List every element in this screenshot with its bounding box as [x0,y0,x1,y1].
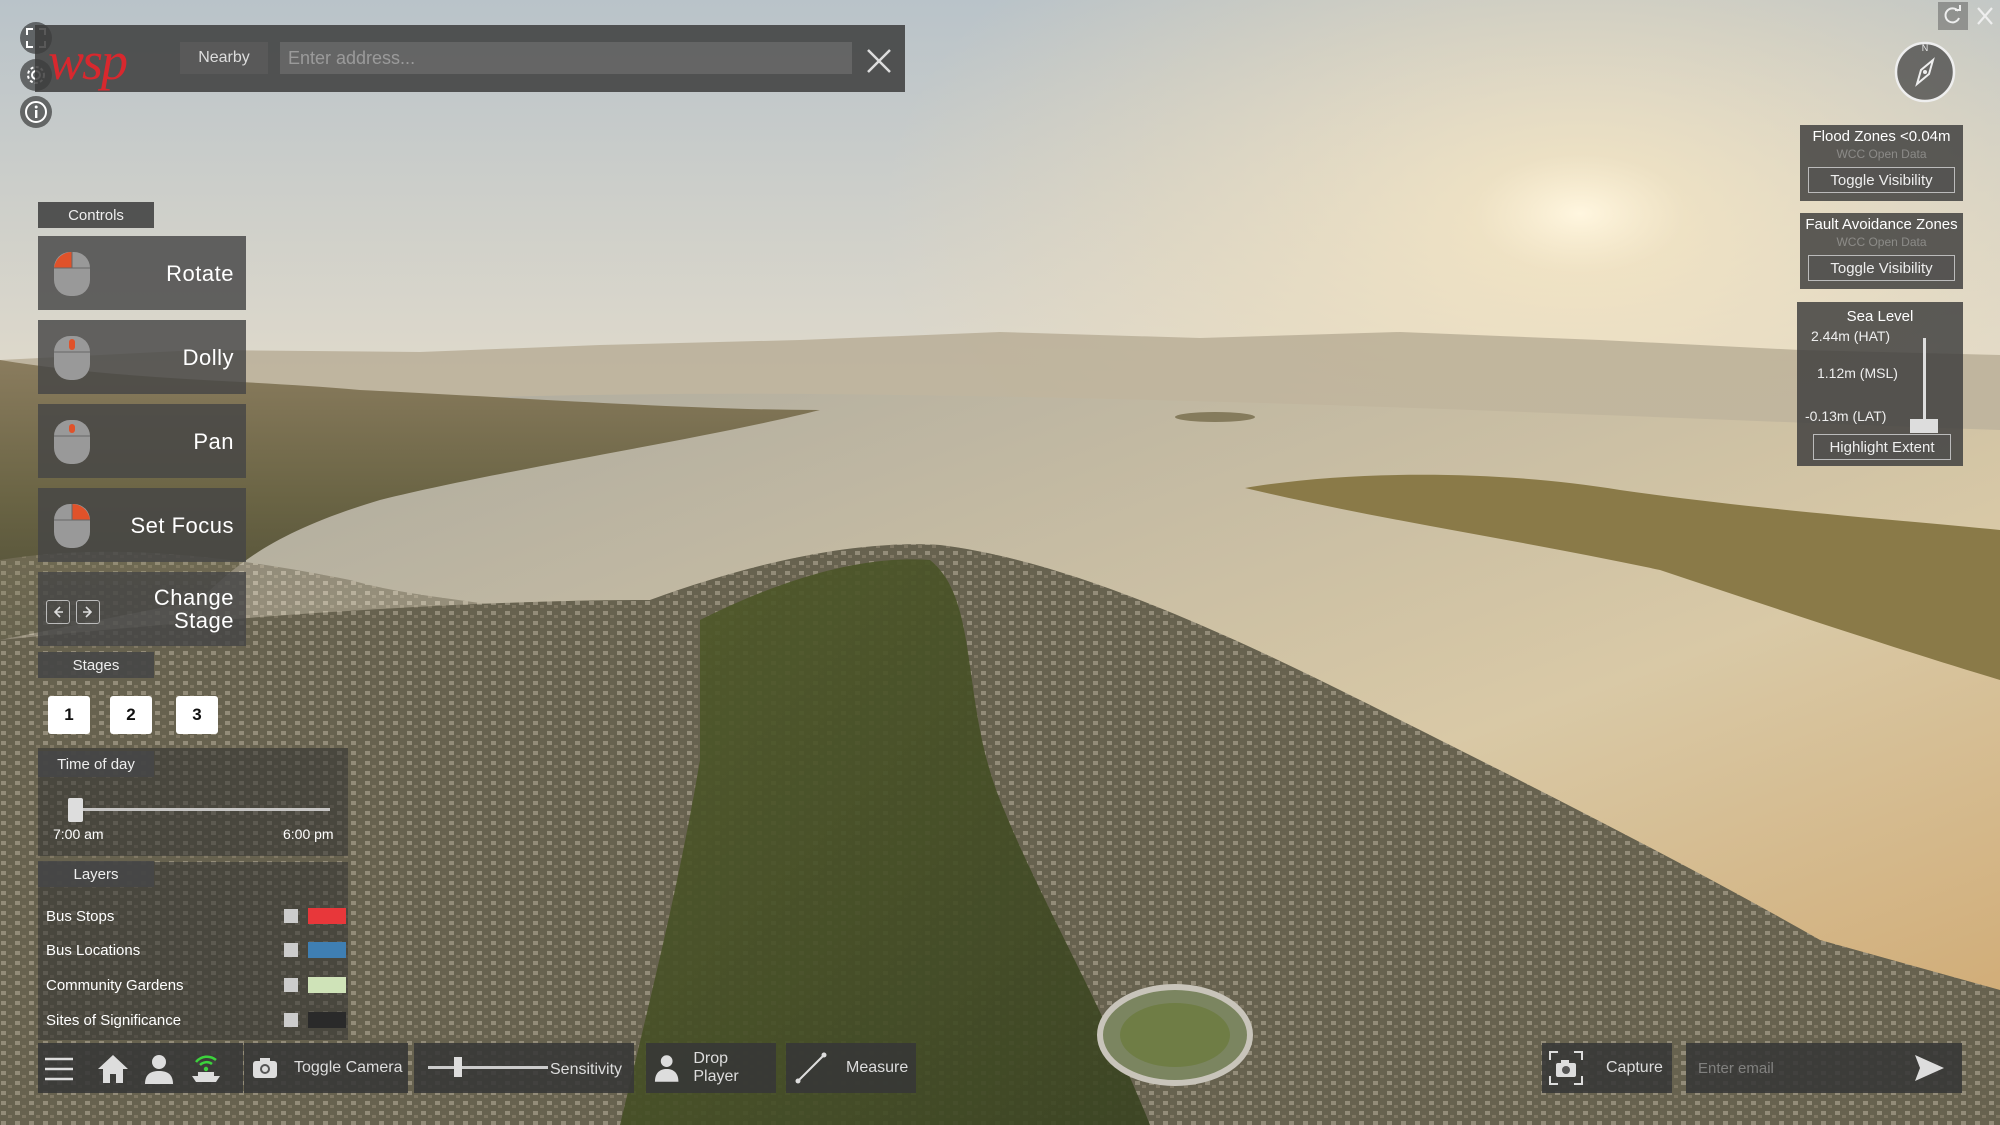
toggle-camera-button[interactable]: Toggle Camera [244,1043,408,1093]
layer-row-bus-locations[interactable]: Bus Locations [46,937,346,963]
highlight-extent-button[interactable]: Highlight Extent [1813,434,1951,460]
set-focus-label: Set Focus [130,512,234,538]
sea-level-title: Sea Level [1846,308,1914,325]
refresh-icon[interactable] [1938,2,1968,30]
info-icon[interactable] [20,96,52,128]
dolly-label: Dolly [182,344,234,370]
layer-color-swatch [308,942,346,958]
flood-zones-source: WCC Open Data [1836,147,1927,161]
layer-name: Sites of Significance [46,1011,182,1029]
flood-zones-title: Flood Zones <0.04m [1812,128,1951,145]
sea-level-panel: Sea Level 2.44m (HAT) 1.12m (MSL) -0.13m… [1797,302,1963,466]
time-end-label: 6:00 pm [283,826,334,842]
time-of-day-slider-track[interactable] [70,808,330,811]
time-of-day-label: Time of day [38,751,154,777]
next-stage-icon[interactable] [76,600,100,624]
sensitivity-label: Sensitivity [550,1061,623,1078]
sensitivity-slider-track[interactable] [428,1066,548,1069]
sea-level-slider-track[interactable] [1923,338,1926,426]
layer-toggle-checkbox[interactable] [284,978,298,992]
sea-level-msl-label: 1.12m (MSL) [1817,365,1898,381]
layer-row-sites-of-significance[interactable]: Sites of Significance [46,1007,346,1033]
stage-3-button[interactable]: 3 [176,696,218,734]
layer-name: Bus Locations [46,941,141,959]
mouse-middle-click-icon [54,420,90,464]
sea-level-lat-label: -0.13m (LAT) [1805,408,1887,424]
stage-2-button[interactable]: 2 [110,696,152,734]
dolly-control[interactable]: Dolly [38,320,246,394]
previous-stage-icon[interactable] [46,600,70,624]
player-icon [654,1055,679,1082]
set-focus-control[interactable]: Set Focus [38,488,246,562]
flood-toggle-visibility-button[interactable]: Toggle Visibility [1808,167,1955,193]
send-icon[interactable] [1912,1051,1946,1085]
layer-toggle-checkbox[interactable] [284,909,298,923]
layer-row-bus-stops[interactable]: Bus Stops [46,903,346,929]
rotate-label: Rotate [166,260,234,286]
mouse-right-click-icon [54,503,90,548]
clear-search-icon[interactable] [862,44,896,78]
home-icon[interactable] [94,1050,132,1088]
capture-button[interactable]: Capture [1542,1043,1672,1093]
capture-label: Capture [1606,1059,1663,1076]
camera-icon [253,1058,277,1078]
address-search-input[interactable] [280,42,852,74]
toggle-camera-label: Toggle Camera [294,1059,403,1076]
stages-section-label: Stages [38,652,154,678]
close-window-icon[interactable] [1970,2,2000,30]
pan-label: Pan [193,428,234,454]
mouse-left-click-icon [54,251,90,296]
nearby-button[interactable]: Nearby [180,42,268,74]
layer-color-swatch [308,977,346,993]
layer-row-community-gardens[interactable]: Community Gardens [46,972,346,998]
sensitivity-slider-thumb[interactable] [454,1057,462,1077]
flood-zones-panel: Flood Zones <0.04m WCC Open Data Toggle … [1800,125,1963,201]
layer-toggle-checkbox[interactable] [284,1013,298,1027]
user-icon[interactable] [140,1050,178,1088]
stage-1-button[interactable]: 1 [48,696,90,734]
change-stage-label-line2: Stage [174,608,234,633]
layers-section-label: Layers [38,861,154,887]
change-stage-control[interactable]: Change Stage [38,572,246,646]
fault-zones-panel: Fault Avoidance Zones WCC Open Data Togg… [1800,213,1963,289]
compass-north-label: N [1922,43,1929,53]
time-start-label: 7:00 am [53,826,104,842]
mouse-scroll-icon [54,336,90,380]
controls-section-label: Controls [38,202,154,228]
change-stage-label-line1: Change [153,585,234,610]
layer-name: Bus Stops [46,907,115,925]
layer-color-swatch [308,908,346,924]
menu-icon[interactable] [40,1050,78,1088]
measure-ruler-icon [795,1052,827,1084]
drop-player-button[interactable]: Drop Player [646,1043,776,1093]
measure-label: Measure [846,1059,909,1076]
change-stage-label: Change Stage [154,586,234,632]
fault-zones-source: WCC Open Data [1836,235,1927,249]
fault-zones-title: Fault Avoidance Zones [1805,216,1958,233]
email-box [1686,1043,1962,1093]
compass-icon[interactable]: N [1893,40,1957,104]
pan-control[interactable]: Pan [38,404,246,478]
measure-button[interactable]: Measure [786,1043,916,1093]
sea-level-slider-thumb[interactable] [1910,419,1938,433]
rotate-control[interactable]: Rotate [38,236,246,310]
sea-level-hat-label: 2.44m (HAT) [1811,328,1891,344]
time-of-day-slider-thumb[interactable] [68,798,83,822]
drop-player-label: Drop Player [693,1050,739,1085]
wsp-logo: wsp [48,31,128,91]
email-input[interactable] [1698,1053,1898,1083]
layer-color-swatch [308,1012,346,1028]
sensitivity-control: Sensitivity [414,1043,634,1093]
drone-signal-icon[interactable] [186,1050,224,1088]
fault-toggle-visibility-button[interactable]: Toggle Visibility [1808,255,1955,281]
layer-name: Community Gardens [46,976,184,994]
capture-camera-icon [1549,1051,1583,1085]
layer-toggle-checkbox[interactable] [284,943,298,957]
